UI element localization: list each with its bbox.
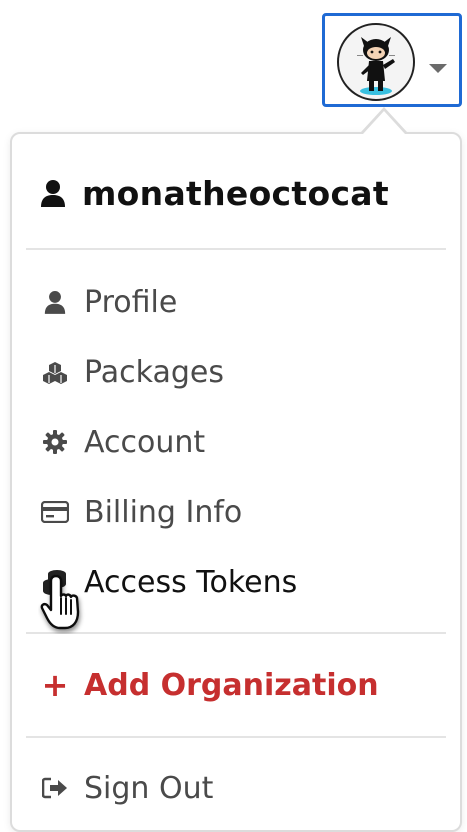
menu-item-label: Packages	[84, 354, 224, 390]
gear-icon	[40, 427, 70, 457]
menu-item-account[interactable]: Account	[40, 418, 205, 466]
menu-item-label: Access Tokens	[84, 564, 298, 600]
menu-item-label: Account	[84, 424, 206, 460]
menu-item-label: Profile	[84, 284, 178, 320]
add-organization-button[interactable]: + Add Organization	[40, 661, 379, 709]
menu-item-packages[interactable]: Packages	[40, 348, 224, 396]
menu-item-profile[interactable]: Profile	[40, 278, 177, 326]
username: monatheoctocat	[82, 173, 389, 213]
avatar	[337, 23, 415, 101]
user-dropdown-menu	[10, 132, 462, 832]
dropdown-pointer-fill	[363, 111, 405, 134]
octocat-avatar-icon	[357, 37, 395, 95]
user-icon	[40, 179, 66, 207]
plus-icon: +	[41, 666, 69, 704]
menu-item-billing-info[interactable]: Billing Info	[40, 488, 242, 536]
menu-item-label: Billing Info	[84, 494, 243, 530]
dropdown-header: monatheoctocat	[40, 168, 389, 218]
user-icon	[40, 287, 70, 317]
sign-out-icon	[40, 773, 70, 803]
user-menu-button[interactable]	[322, 13, 462, 107]
hand-cursor-icon	[38, 572, 92, 638]
menu-item-label: Sign Out	[84, 770, 214, 806]
divider	[26, 248, 446, 250]
menu-item-label: Add Organization	[84, 667, 379, 703]
cubes-icon	[40, 357, 70, 387]
credit-card-icon	[40, 497, 70, 527]
divider	[26, 736, 446, 738]
caret-down-icon	[429, 64, 447, 73]
sign-out-button[interactable]: Sign Out	[40, 764, 213, 812]
